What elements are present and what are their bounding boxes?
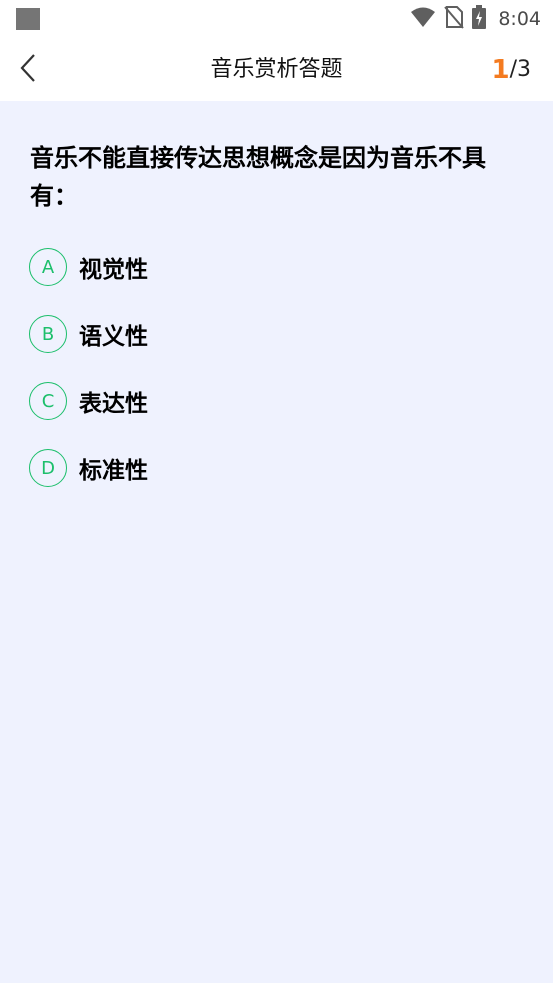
option-letter: C [29,382,67,420]
option-letter: D [29,449,67,487]
notification-square-icon [16,8,40,30]
option-a[interactable]: A 视觉性 [29,247,529,287]
header: 音乐赏析答题 1 /3 [0,38,553,101]
progress-total: /3 [509,57,531,82]
quiz-content: 音乐不能直接传达思想概念是因为音乐不具有： A 视觉性 B 语义性 C 表达性 … [0,101,553,983]
status-bar: 8:04 [0,0,553,38]
option-text: 语义性 [79,324,148,350]
option-d[interactable]: D 标准性 [29,448,529,488]
no-sim-icon [444,5,465,33]
option-text: 视觉性 [79,257,148,283]
page-title: 音乐赏析答题 [210,57,343,82]
status-time: 8:04 [498,8,541,30]
question-progress: 1 /3 [491,38,531,101]
chevron-left-icon [18,53,38,87]
option-letter: B [29,315,67,353]
back-button[interactable] [8,50,48,90]
option-b[interactable]: B 语义性 [29,314,529,354]
progress-current: 1 [491,54,510,85]
option-letter: A [29,248,67,286]
options-list: A 视觉性 B 语义性 C 表达性 D 标准性 [29,247,529,515]
option-c[interactable]: C 表达性 [29,381,529,421]
wifi-icon [410,6,436,32]
option-text: 标准性 [79,458,148,484]
status-icons: 8:04 [410,0,541,38]
question-text: 音乐不能直接传达思想概念是因为音乐不具有： [30,144,486,210]
option-text: 表达性 [79,391,148,417]
battery-charging-icon [472,5,487,33]
